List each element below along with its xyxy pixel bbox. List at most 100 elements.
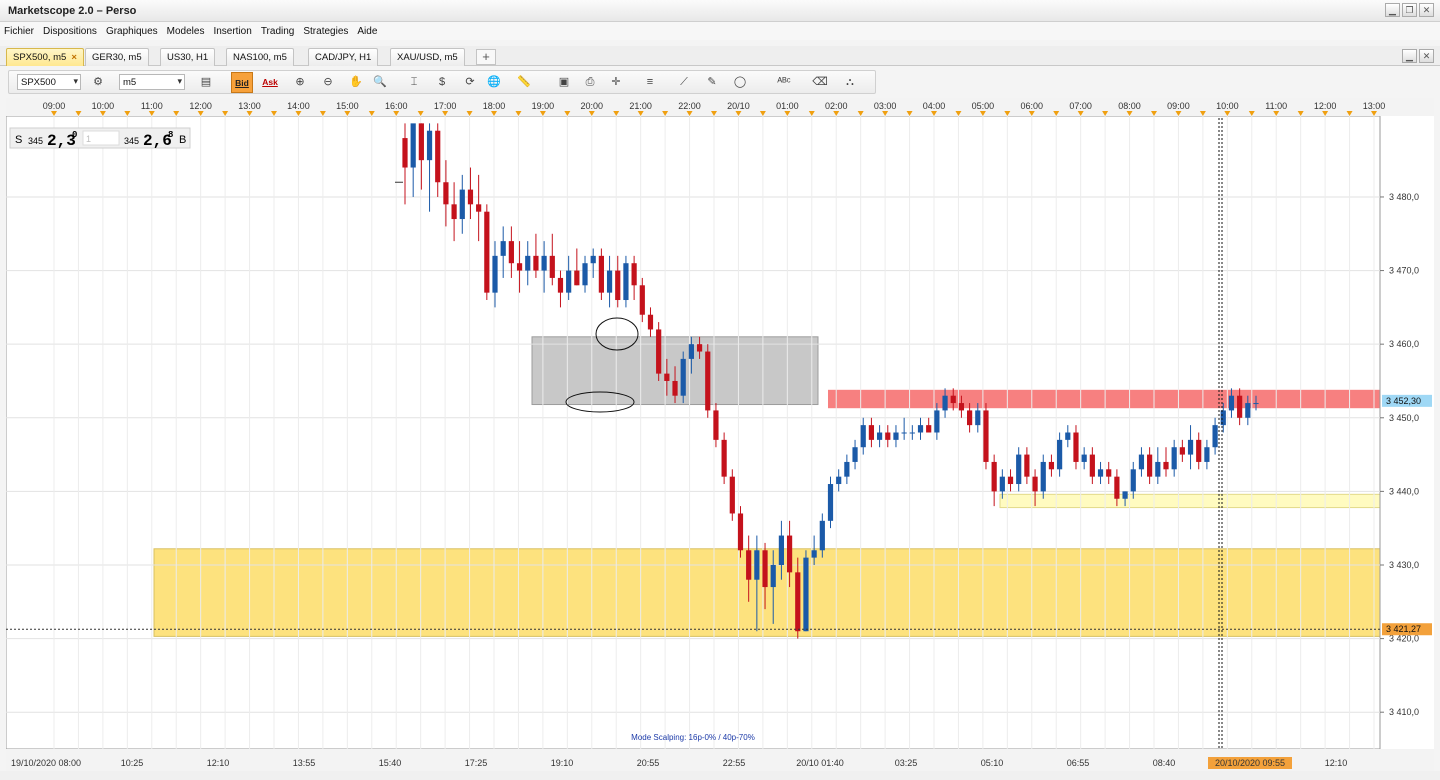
candle-body — [451, 204, 457, 220]
ask-button[interactable]: Ask — [259, 72, 281, 93]
candle-body — [1007, 476, 1014, 485]
menu-fichier[interactable]: Fichier — [4, 26, 34, 37]
menu-insertion[interactable]: Insertion — [213, 26, 251, 37]
zoom-out-icon[interactable]: ⊖ — [319, 74, 337, 91]
candle-body — [844, 461, 850, 477]
candle-body — [606, 270, 613, 293]
candle-body — [795, 572, 801, 632]
restore-button[interactable]: ❐ — [1402, 3, 1417, 17]
candle-body — [1122, 491, 1128, 499]
candle-body — [582, 263, 588, 286]
add-tab-button[interactable]: + — [476, 49, 496, 65]
y-tick-label: 3 430,0 — [1389, 560, 1419, 570]
print-icon[interactable]: ⎙ — [581, 74, 599, 91]
scalping-mode-label: Mode Scalping: 16p-0% / 40p-70% — [631, 733, 755, 742]
bottom-time-label: 15:40 — [379, 758, 402, 768]
tab-nas100[interactable]: NAS100, m5 — [226, 48, 294, 66]
candle-body — [975, 410, 981, 426]
candle-body — [1138, 454, 1145, 470]
candle-body — [1253, 403, 1259, 405]
top-time-label: 12:00 — [1314, 101, 1337, 111]
candle-body — [1048, 461, 1055, 470]
eraser-icon[interactable]: ⌫ — [811, 74, 829, 91]
menu-trading[interactable]: Trading — [261, 26, 295, 37]
top-time-label: 10:00 — [92, 101, 115, 111]
candle-body — [508, 241, 514, 264]
candle-body — [811, 550, 817, 558]
menu-dispositions[interactable]: Dispositions — [43, 26, 97, 37]
image-icon[interactable]: ▣ — [555, 74, 573, 91]
sell-label: S — [15, 134, 22, 146]
candle-body — [639, 285, 645, 315]
hline-icon[interactable]: ≡ — [641, 74, 659, 91]
candle-body — [852, 447, 858, 462]
top-time-label: 21:00 — [629, 101, 652, 111]
menu-modeles[interactable]: Modeles — [167, 26, 205, 37]
globe-icon[interactable]: 🌐 — [485, 74, 503, 91]
panel-close-button[interactable]: ✕ — [1419, 49, 1434, 63]
candle-body — [598, 255, 604, 293]
price-zone — [828, 389, 1380, 409]
chart-style-icon[interactable]: ▤ — [197, 74, 215, 91]
candle-body — [803, 557, 809, 632]
tab-xauusd[interactable]: XAU/USD, m5 — [390, 48, 465, 66]
menu-strategies[interactable]: Strategies — [303, 26, 348, 37]
zoom-in-icon[interactable]: ⊕ — [291, 74, 309, 91]
hand-icon[interactable]: ✋ — [347, 74, 365, 91]
candle-body — [1147, 454, 1153, 477]
trendline-icon[interactable]: ⟋ — [675, 74, 693, 91]
bottom-time-label: 12:10 — [207, 758, 230, 768]
bid-button[interactable]: Bid — [231, 72, 253, 93]
currency-icon[interactable]: $ — [433, 74, 451, 91]
bottom-time-label: 20:55 — [637, 758, 660, 768]
y-tick-label: 3 440,0 — [1389, 486, 1419, 496]
candle-body — [1032, 476, 1038, 492]
top-time-label: 08:00 — [1118, 101, 1141, 111]
candle-body — [696, 344, 703, 352]
tab-ger30[interactable]: GER30, m5 — [85, 48, 149, 66]
price-chart[interactable]: Mode Scalping: 16p-0% / 40p-70% 3 480,0 3… — [5, 98, 1434, 771]
menu-graphiques[interactable]: Graphiques — [106, 26, 158, 37]
panel-minimize-button[interactable]: ▁ — [1402, 49, 1417, 63]
top-time-label: 16:00 — [385, 101, 408, 111]
candle-body — [541, 255, 547, 271]
text-icon[interactable]: ᴬᴮᶜ — [775, 74, 793, 91]
candle-body — [680, 358, 686, 396]
candle-body — [631, 263, 637, 286]
candle-body — [934, 410, 940, 433]
cursor-icon[interactable]: ⌶ — [405, 74, 423, 91]
candle-body — [737, 513, 744, 551]
y-tick-label: 3 410,0 — [1389, 707, 1419, 717]
candle-body — [1097, 469, 1104, 477]
tab-spx500[interactable]: SPX500, m5 × — [6, 48, 84, 66]
crosshair-icon[interactable]: ✛ — [607, 74, 625, 91]
chart-area[interactable]: Mode Scalping: 16p-0% / 40p-70% 3 480,0 3… — [5, 98, 1434, 771]
candle-body — [623, 263, 629, 301]
chart-type-icon[interactable]: ⚙ — [89, 74, 107, 91]
pencil-icon[interactable]: ✎ — [703, 74, 721, 91]
menu-bar: Fichier Dispositions Graphiques Modeles … — [0, 22, 1440, 40]
candle-body — [885, 432, 891, 440]
magnifier-icon[interactable]: 🔍 — [371, 74, 389, 91]
refresh-icon[interactable]: ⟳ — [461, 74, 479, 91]
timeframe-select[interactable]: m5 — [119, 74, 185, 90]
instrument-select[interactable]: SPX500 — [17, 74, 81, 90]
top-time-label: 10:00 — [1216, 101, 1239, 111]
close-tab-icon[interactable]: × — [71, 52, 77, 63]
close-window-button[interactable]: ✕ — [1419, 3, 1434, 17]
candle-body — [786, 535, 793, 573]
candle-body — [762, 550, 768, 588]
minimize-button[interactable]: ▁ — [1385, 3, 1400, 17]
candle-body — [721, 439, 727, 477]
tab-us30[interactable]: US30, H1 — [160, 48, 216, 66]
bottom-time-label: 19:10 — [551, 758, 574, 768]
tab-cadjpy[interactable]: CAD/JPY, H1 — [308, 48, 379, 66]
menu-aide[interactable]: Aide — [357, 26, 377, 37]
candle-body — [557, 277, 564, 293]
ruler-icon[interactable]: 📏 — [515, 74, 533, 91]
candle-body — [1114, 476, 1120, 499]
top-time-label: 07:00 — [1069, 101, 1092, 111]
shape-icon[interactable]: ◯ — [731, 74, 749, 91]
indicator-icon[interactable]: ⛬ — [841, 74, 859, 91]
tab-label: US30, H1 — [167, 52, 209, 63]
